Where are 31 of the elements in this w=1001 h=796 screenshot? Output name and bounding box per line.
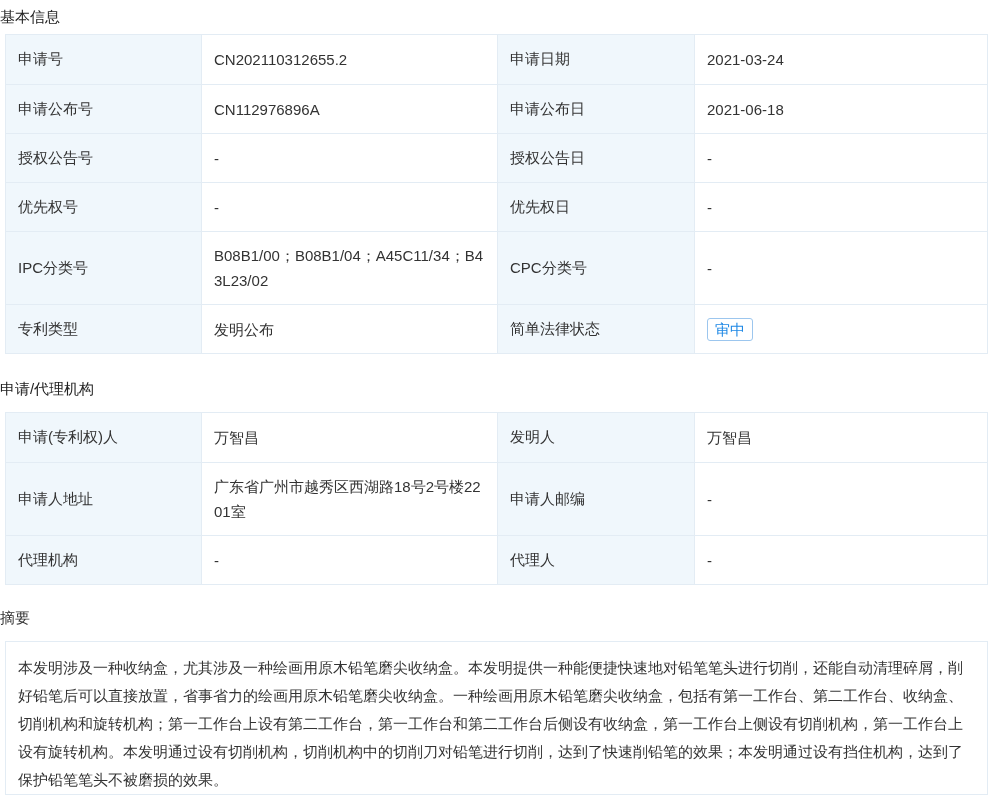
value-cell: -	[694, 535, 987, 584]
label-cell: 代理机构	[6, 535, 201, 584]
status-tag: 审中	[707, 317, 753, 341]
label-cell: 发明人	[497, 413, 694, 462]
label-cell: 代理人	[497, 535, 694, 584]
label-cell: 授权公告日	[497, 133, 694, 182]
label-cell: 申请人邮编	[497, 462, 694, 535]
value-cell: -	[694, 182, 987, 231]
section-heading: 摘要	[0, 607, 31, 628]
label-cell: 申请人地址	[6, 462, 201, 535]
abstract-text: 本发明涉及一种收纳盒，尤其涉及一种绘画用原木铅笔磨尖收纳盒。本发明提供一种能便捷快速地对铅笔笔头进行切削，还能自动清理碎屑，削好铅笔后可以直接放置，省事省力的绘画用原木铅笔磨尖收纳盒。一种绘画用原木铅笔磨尖收纳盒，包括有第一工作台、第二工作台、收纳盒、切削机构和旋转机构；第一工作台上设有第二工作台，第一工作台和第二工作台后侧设有收纳盒，第一工作台上侧设有切削机构，第一工作台上设有旋转机构。本发明通过设有切削机构，切削机构中的切削刀对铅笔进行切削，达到了快速削铅笔的效果；本发明通过设有挡住机构，达到了保护铅笔笔头不被磨损的效果。	[5, 641, 988, 795]
label-cell: 专利类型	[6, 304, 201, 353]
value-cell: -	[694, 133, 987, 182]
value-cell: 2021-06-18	[694, 84, 987, 133]
label-cell: 申请号	[6, 35, 201, 84]
label-cell: 优先权号	[6, 182, 201, 231]
value-cell: 万智昌	[694, 413, 987, 462]
section-heading: 基本信息	[0, 6, 61, 27]
label-cell: 优先权日	[497, 182, 694, 231]
value-cell: -	[694, 231, 987, 304]
value-cell: 2021-03-24	[694, 35, 987, 84]
label-cell: 授权公告号	[6, 133, 201, 182]
value-cell: -	[694, 462, 987, 535]
label-cell: 申请公布号	[6, 84, 201, 133]
label-cell: IPC分类号	[6, 231, 201, 304]
label-cell: 申请(专利权)人	[6, 413, 201, 462]
label-cell: 申请日期	[497, 35, 694, 84]
section-heading: 申请/代理机构	[0, 378, 96, 399]
label-cell: CPC分类号	[497, 231, 694, 304]
label-cell: 简单法律状态	[497, 304, 694, 353]
label-cell: 申请公布日	[497, 84, 694, 133]
